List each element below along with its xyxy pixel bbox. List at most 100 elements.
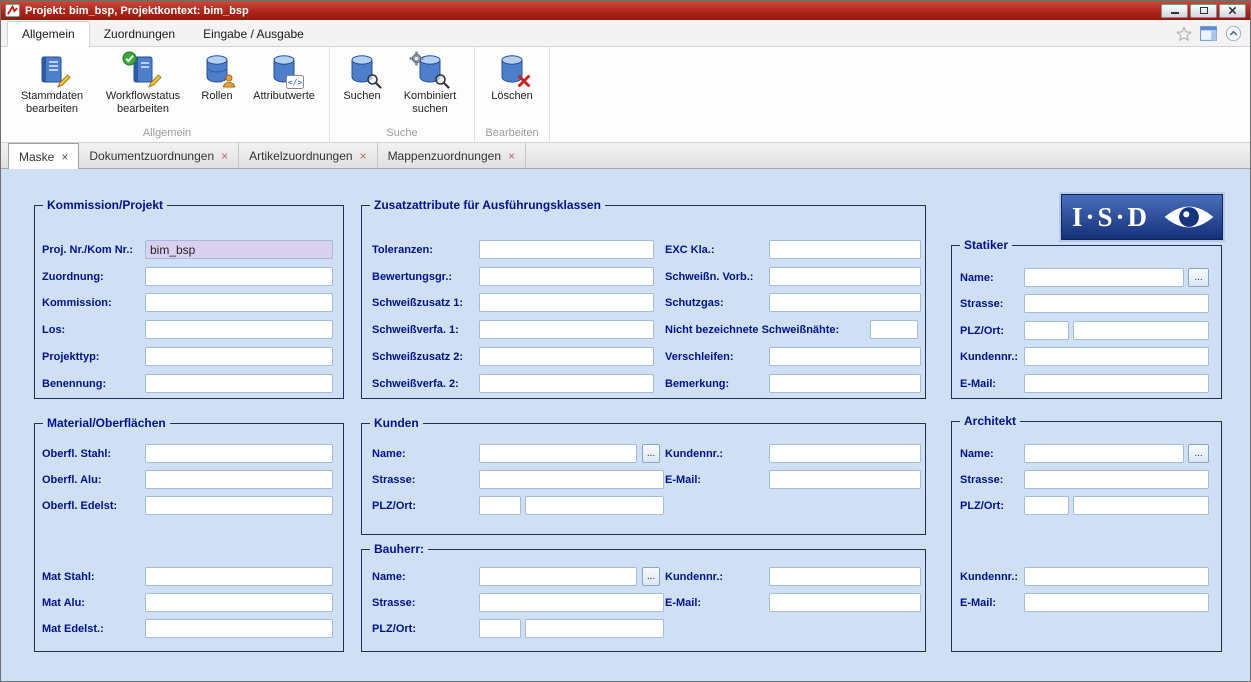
- workflow-status-icon: [126, 53, 160, 87]
- architekt-kundennr-input[interactable]: [1024, 567, 1209, 586]
- kunden-browse-button[interactable]: ...: [642, 444, 660, 463]
- kunden-ort-input[interactable]: [525, 496, 664, 515]
- kunden-plz-input[interactable]: [479, 496, 521, 515]
- tab-mappenzuordnungen[interactable]: Mappenzuordnungen ×: [378, 143, 526, 168]
- tab-eingabe-ausgabe[interactable]: Eingabe / Ausgabe: [189, 22, 318, 46]
- statiker-email-input[interactable]: [1024, 374, 1209, 393]
- nicht-bez-schweissnaehte-input[interactable]: [870, 320, 918, 339]
- oberfl-alu-input[interactable]: [145, 470, 333, 489]
- schweisszusatz1-input[interactable]: [479, 293, 654, 312]
- kunden-kundennr-input[interactable]: [769, 444, 921, 463]
- tab-allgemein[interactable]: Allgemein: [7, 21, 90, 47]
- tab-zuordnungen[interactable]: Zuordnungen: [90, 22, 189, 46]
- button-label: Löschen: [491, 90, 533, 103]
- title-bar: Projekt: bim_bsp, Projektkontext: bim_bs…: [1, 1, 1250, 20]
- benennung-input[interactable]: [145, 374, 333, 393]
- panel-icon[interactable]: [1200, 26, 1217, 41]
- architekt-plz-ort-label: PLZ/Ort:: [960, 500, 1020, 512]
- bewertungsgr-label: Bewertungsgr.:: [372, 271, 476, 283]
- kombiniert-suchen-button[interactable]: Kombiniert suchen: [390, 49, 470, 116]
- bemerkung-input[interactable]: [769, 374, 921, 393]
- kunden-strasse-input[interactable]: [479, 470, 664, 489]
- close-icon[interactable]: ×: [508, 150, 515, 162]
- magnifier-icon: [434, 73, 450, 89]
- bauherr-name-input[interactable]: [479, 567, 637, 586]
- statiker-ort-input[interactable]: [1073, 321, 1209, 340]
- oberfl-stahl-input[interactable]: [145, 444, 333, 463]
- groupbox-architekt: Architekt Name:... Strasse: PLZ/Ort: Kun…: [951, 421, 1222, 652]
- architekt-ort-input[interactable]: [1073, 496, 1209, 515]
- architekt-email-input[interactable]: [1024, 593, 1209, 612]
- schweisszusatz2-input[interactable]: [479, 347, 654, 366]
- mat-stahl-input[interactable]: [145, 567, 333, 586]
- statiker-browse-button[interactable]: ...: [1188, 268, 1209, 287]
- close-icon[interactable]: ×: [221, 150, 228, 162]
- bauherr-browse-button[interactable]: ...: [642, 567, 660, 586]
- architekt-plz-input[interactable]: [1024, 496, 1069, 515]
- los-input[interactable]: [145, 320, 333, 339]
- loeschen-button[interactable]: Löschen: [479, 49, 545, 103]
- minimize-icon: [1171, 12, 1179, 14]
- tab-maske[interactable]: Maske ×: [8, 143, 79, 169]
- check-icon: [122, 51, 137, 66]
- favorite-star-icon[interactable]: [1176, 26, 1192, 42]
- kunden-email-input[interactable]: [769, 470, 921, 489]
- bauherr-plz-input[interactable]: [479, 619, 521, 638]
- svg-text:</>: </>: [288, 78, 303, 87]
- rollen-button[interactable]: Rollen: [191, 49, 243, 103]
- mat-alu-input[interactable]: [145, 593, 333, 612]
- statiker-name-input[interactable]: [1024, 268, 1184, 287]
- projekttyp-input[interactable]: [145, 347, 333, 366]
- close-button[interactable]: [1219, 4, 1246, 18]
- bewertungsgr-input[interactable]: [479, 267, 654, 286]
- edit-masterdata-icon: [35, 53, 69, 87]
- collapse-ribbon-button[interactable]: [1225, 25, 1242, 42]
- schweissverfa2-input[interactable]: [479, 374, 654, 393]
- schweissn-vorb-input[interactable]: [769, 267, 921, 286]
- bauherr-ort-input[interactable]: [525, 619, 664, 638]
- statiker-plz-input[interactable]: [1024, 321, 1069, 340]
- close-icon: [1228, 6, 1237, 15]
- los-label: Los:: [42, 324, 145, 336]
- tab-label: Mappenzuordnungen: [388, 149, 501, 163]
- benennung-label: Benennung:: [42, 378, 145, 390]
- architekt-strasse-input[interactable]: [1024, 470, 1209, 489]
- close-icon[interactable]: ×: [61, 151, 68, 163]
- kunden-name-label: Name:: [372, 448, 476, 460]
- bauherr-kundennr-input[interactable]: [769, 567, 921, 586]
- kunden-name-input[interactable]: [479, 444, 637, 463]
- zuordnung-input[interactable]: [145, 267, 333, 286]
- oberfl-edelst-input[interactable]: [145, 496, 333, 515]
- workflowstatus-bearbeiten-button[interactable]: Workflowstatus bearbeiten: [95, 49, 191, 116]
- attributwerte-button[interactable]: </> Attributwerte: [243, 49, 325, 103]
- toleranzen-input[interactable]: [479, 240, 654, 259]
- proj-nr-input[interactable]: [145, 240, 333, 259]
- verschleifen-input[interactable]: [769, 347, 921, 366]
- architekt-browse-button[interactable]: ...: [1188, 444, 1209, 463]
- groupbox-title: Kommission/Projekt: [43, 198, 167, 212]
- app-window: Projekt: bim_bsp, Projektkontext: bim_bs…: [0, 0, 1251, 682]
- statiker-kundennr-label: Kundennr.:: [960, 351, 1020, 363]
- groupbox-kunden: Kunden Name:... Kundennr.: Strasse: E-Ma…: [361, 423, 926, 535]
- tab-dokumentzuordnungen[interactable]: Dokumentzuordnungen ×: [79, 143, 239, 168]
- bauherr-strasse-input[interactable]: [479, 593, 664, 612]
- architekt-email-label: E-Mail:: [960, 597, 1020, 609]
- statiker-kundennr-input[interactable]: [1024, 347, 1209, 366]
- bauherr-email-input[interactable]: [769, 593, 921, 612]
- close-icon[interactable]: ×: [360, 150, 367, 162]
- button-label: Attributwerte: [253, 90, 315, 103]
- exc-kla-input[interactable]: [769, 240, 921, 259]
- tab-artikelzuordnungen[interactable]: Artikelzuordnungen ×: [239, 143, 377, 168]
- schutzgas-input[interactable]: [769, 293, 921, 312]
- architekt-name-input[interactable]: [1024, 444, 1184, 463]
- tab-label: Dokumentzuordnungen: [89, 149, 214, 163]
- stammdaten-bearbeiten-button[interactable]: Stammdaten bearbeiten: [9, 49, 95, 116]
- maximize-button[interactable]: [1190, 4, 1217, 18]
- suchen-button[interactable]: Suchen: [334, 49, 390, 103]
- kommission-input[interactable]: [145, 293, 333, 312]
- minimize-button[interactable]: [1161, 4, 1188, 18]
- schweissverfa1-input[interactable]: [479, 320, 654, 339]
- window-title: Projekt: bim_bsp, Projektkontext: bim_bs…: [25, 5, 249, 17]
- statiker-strasse-input[interactable]: [1024, 294, 1209, 313]
- mat-edelst-input[interactable]: [145, 619, 333, 638]
